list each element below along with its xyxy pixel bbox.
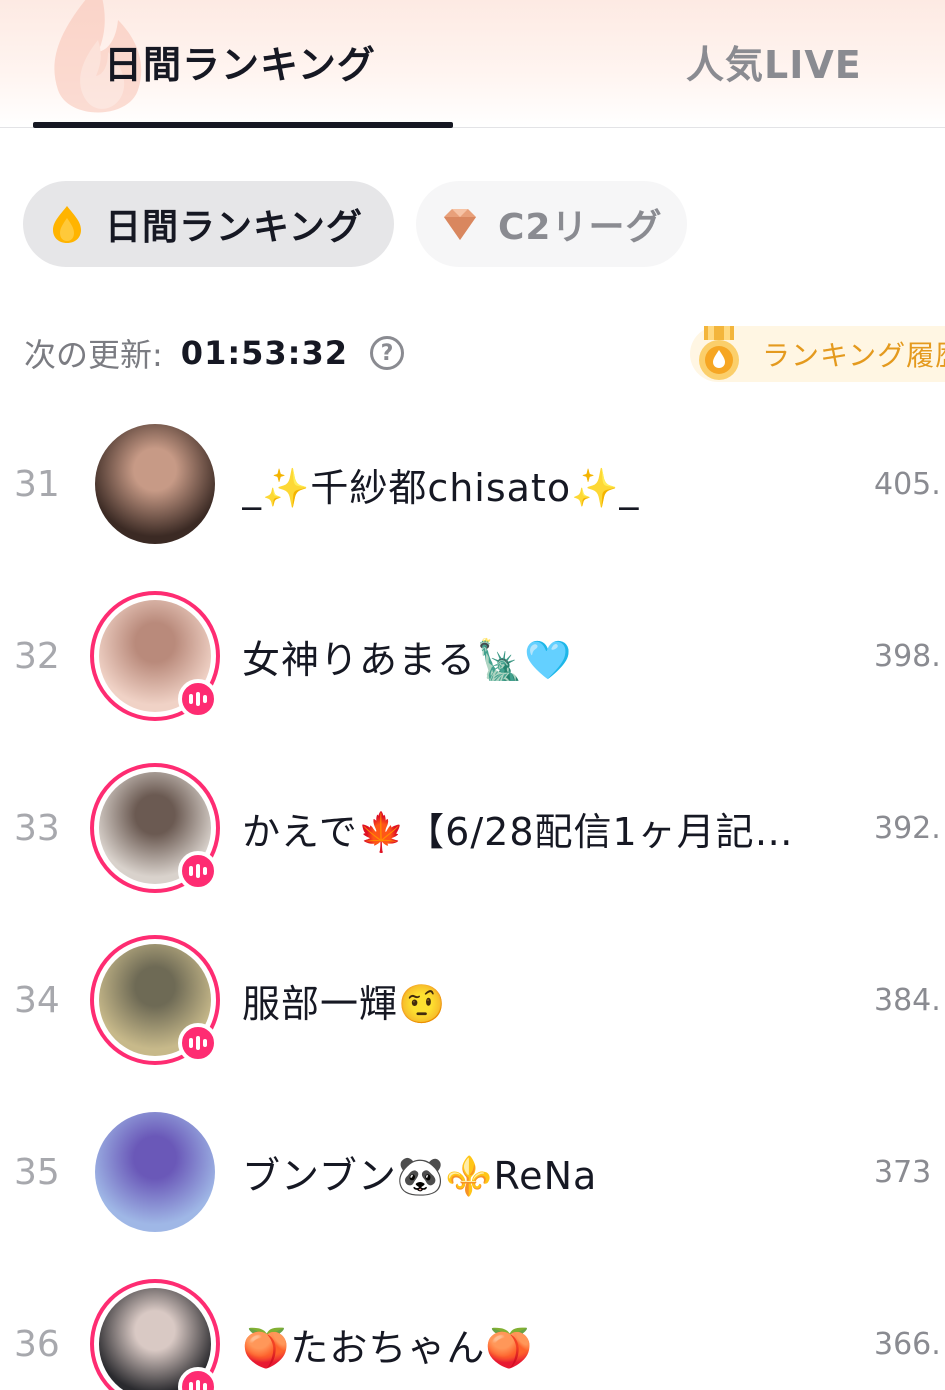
active-tab-indicator [33, 122, 453, 128]
avatar[interactable] [90, 935, 220, 1065]
next-update-countdown: 01:53:32 [180, 334, 348, 372]
avatar[interactable] [90, 763, 220, 893]
ranking-row[interactable]: 34 服部一輝🤨 384. [0, 914, 945, 1086]
tab-popular-live[interactable]: 人気LIVE [686, 34, 862, 89]
user-name: かえで🍁【6/28配信1ヶ月記… [242, 809, 794, 854]
score-value: 373 [874, 1154, 932, 1190]
help-icon[interactable]: ? [369, 336, 404, 370]
ranking-history-button[interactable]: ランキング履歴 [690, 326, 945, 382]
tab-daily-ranking[interactable]: 日間ランキング [104, 34, 376, 89]
rank-number: 35 [14, 1151, 60, 1193]
score-value: 392. [874, 810, 941, 846]
rank-number: 31 [14, 463, 60, 505]
rank-number: 33 [14, 807, 60, 849]
live-indicator-icon [178, 1023, 218, 1063]
score-value: 366. [874, 1326, 941, 1362]
chip-c2-league[interactable]: C2リーグ [416, 181, 687, 267]
score-value: 384. [874, 982, 941, 1018]
ranking-row[interactable]: 32 女神りあまる🗽🩵 398. [0, 570, 945, 742]
chip-daily-ranking[interactable]: 日間ランキング [23, 181, 394, 267]
ranking-row[interactable]: 35 ブンブン🐼⚜️ReNa 373 [0, 1086, 945, 1258]
avatar[interactable] [90, 591, 220, 721]
avatar-image [95, 424, 215, 544]
rank-number: 36 [14, 1323, 60, 1365]
live-indicator-icon [178, 851, 218, 891]
flame-icon [53, 206, 81, 243]
ranking-history-label: ランキング履歴 [762, 339, 945, 372]
avatar-image [95, 1112, 215, 1232]
user-name: ブンブン🐼⚜️ReNa [242, 1153, 598, 1198]
avatar[interactable] [90, 1107, 220, 1237]
user-name: 服部一輝🤨 [242, 981, 447, 1026]
next-update-row: 次の更新: 01:53:32 ? [24, 330, 404, 376]
ranking-row[interactable]: 36 🍑たおちゃん🍑 366. [0, 1258, 945, 1390]
ranking-row[interactable]: 31 _✨千紗都chisato✨_ 405. [0, 398, 945, 570]
avatar[interactable] [90, 419, 220, 549]
score-value: 398. [874, 638, 941, 674]
chip-daily-label: 日間ランキング [105, 207, 363, 248]
ranking-row[interactable]: 33 かえで🍁【6/28配信1ヶ月記… 392. [0, 742, 945, 914]
chip-league-label: C2リーグ [498, 207, 663, 248]
rank-number: 32 [14, 635, 60, 677]
score-value: 405. [874, 466, 941, 502]
next-update-label: 次の更新: [24, 336, 163, 374]
live-indicator-icon [178, 679, 218, 719]
user-name: 女神りあまる🗽🩵 [242, 637, 573, 682]
user-name: _✨千紗都chisato✨_ [242, 465, 640, 510]
avatar[interactable] [90, 1279, 220, 1390]
rank-number: 34 [14, 979, 60, 1021]
diamond-icon [444, 209, 476, 240]
top-tab-bar: 日間ランキング 人気LIVE [0, 0, 945, 128]
user-name: 🍑たおちゃん🍑 [242, 1325, 534, 1370]
medal-icon [699, 326, 739, 380]
